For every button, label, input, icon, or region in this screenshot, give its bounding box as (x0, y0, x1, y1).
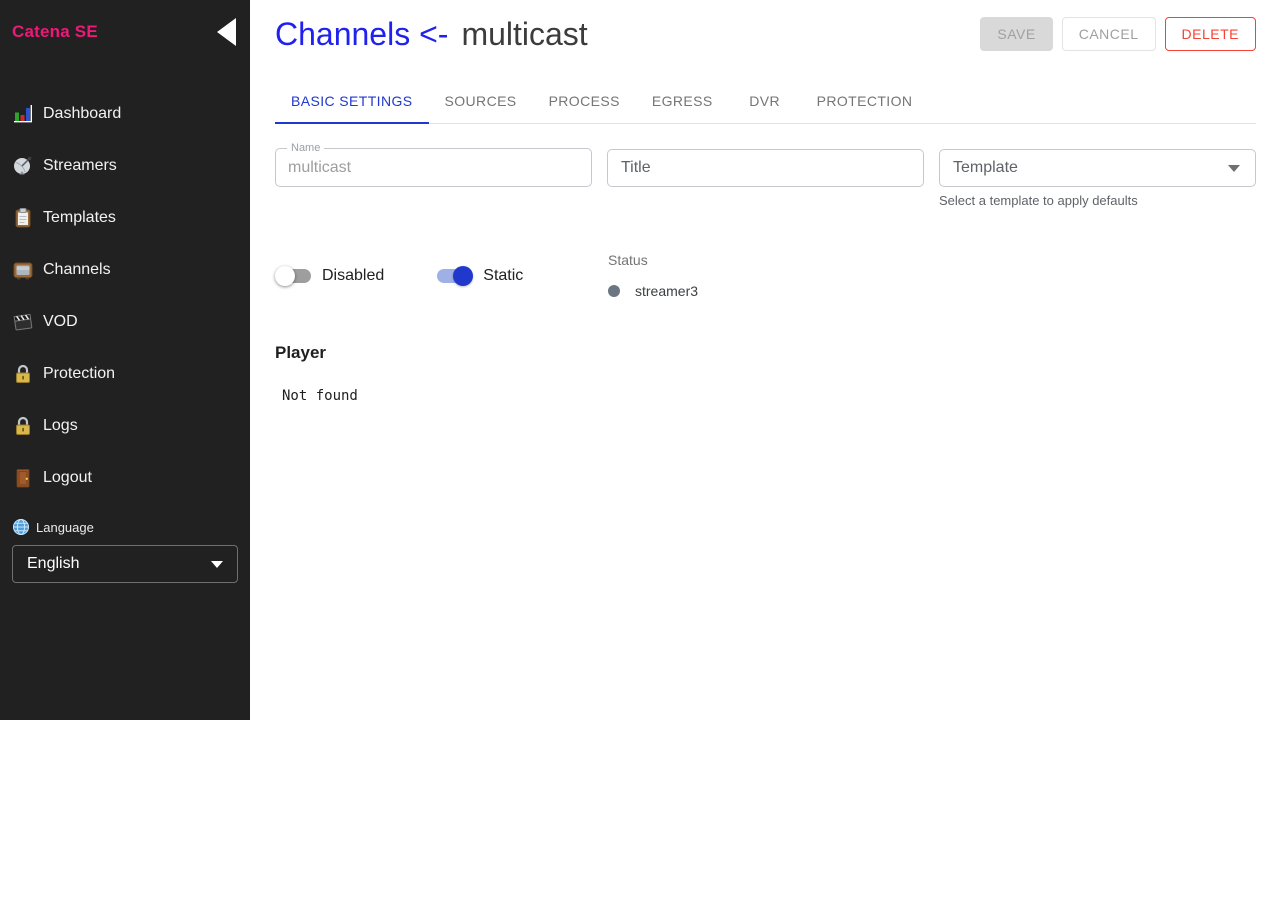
status-section: Status streamer3 (608, 252, 698, 299)
sidebar-item-logs[interactable]: Logs (0, 400, 250, 452)
template-helper-text: Select a template to apply defaults (939, 193, 1256, 208)
static-toggle-group[interactable]: Static (436, 252, 523, 299)
lock-icon (12, 363, 34, 385)
sidebar-item-label: Channels (43, 261, 111, 279)
sidebar-item-label: Protection (43, 365, 115, 383)
clipboard-icon (12, 207, 34, 229)
sidebar-item-templates[interactable]: Templates (0, 192, 250, 244)
template-select[interactable]: Template (939, 149, 1256, 187)
save-button[interactable]: SAVE (980, 17, 1052, 51)
bar-chart-icon (12, 103, 34, 125)
tab-process[interactable]: PROCESS (533, 80, 636, 123)
tab-basic-settings[interactable]: BASIC SETTINGS (275, 80, 429, 123)
language-select[interactable]: English (12, 545, 238, 583)
sidebar: Catena SE Dashboard Streamers Templates (0, 0, 250, 720)
language-label: Language (36, 520, 94, 535)
title-field[interactable]: Title (607, 149, 924, 187)
language-selected-value: English (27, 555, 79, 573)
satellite-dish-icon (12, 155, 34, 177)
sidebar-menu: Dashboard Streamers Templates Channels V… (0, 88, 250, 504)
sidebar-brand-row: Catena SE (0, 4, 250, 60)
tab-protection[interactable]: PROTECTION (801, 80, 929, 123)
cancel-button[interactable]: CANCEL (1062, 17, 1156, 51)
brand-logo: Catena SE (12, 22, 98, 42)
delete-button[interactable]: DELETE (1165, 17, 1256, 51)
breadcrumb-channels-link[interactable]: Channels <- (275, 16, 448, 53)
status-item: streamer3 (608, 283, 698, 299)
tv-icon (12, 259, 34, 281)
chevron-left-icon[interactable] (217, 18, 236, 46)
disabled-toggle-group[interactable]: Disabled (275, 252, 384, 299)
sidebar-item-streamers[interactable]: Streamers (0, 140, 250, 192)
language-label-row: Language (0, 518, 250, 536)
page-header: Channels <- multicast SAVE CANCEL DELETE (275, 14, 1256, 54)
tab-egress[interactable]: EGRESS (636, 80, 729, 123)
sidebar-item-label: Templates (43, 209, 116, 227)
status-label: Status (608, 252, 698, 268)
main-content: Channels <- multicast SAVE CANCEL DELETE… (250, 0, 1280, 905)
sidebar-item-protection[interactable]: Protection (0, 348, 250, 400)
chevron-down-icon (1228, 165, 1240, 172)
tab-bar: BASIC SETTINGS SOURCES PROCESS EGRESS DV… (275, 80, 1256, 124)
sidebar-item-label: Logs (43, 417, 78, 435)
static-toggle-label: Static (483, 267, 523, 285)
channel-name-title: multicast (461, 16, 587, 53)
status-dot-icon (608, 285, 620, 297)
sidebar-item-label: Dashboard (43, 105, 121, 123)
toggles-status-row: Disabled Static Status streamer3 (275, 252, 1256, 299)
disabled-toggle[interactable] (275, 266, 312, 286)
clapperboard-icon (12, 311, 34, 333)
action-buttons: SAVE CANCEL DELETE (980, 17, 1256, 51)
sidebar-item-logout[interactable]: Logout (0, 452, 250, 504)
sidebar-item-label: Streamers (43, 157, 117, 175)
name-field-value: multicast (288, 149, 351, 187)
sidebar-item-label: Logout (43, 469, 92, 487)
lock-icon (12, 415, 34, 437)
sidebar-item-vod[interactable]: VOD (0, 296, 250, 348)
static-toggle[interactable] (436, 266, 473, 286)
player-heading: Player (275, 343, 1256, 363)
status-streamer-name: streamer3 (635, 283, 698, 299)
name-field[interactable]: Name multicast (275, 149, 592, 187)
sidebar-item-channels[interactable]: Channels (0, 244, 250, 296)
tab-sources[interactable]: SOURCES (429, 80, 533, 123)
sidebar-item-label: VOD (43, 313, 78, 331)
door-icon (12, 467, 34, 489)
template-select-label: Template (953, 159, 1018, 177)
sidebar-item-dashboard[interactable]: Dashboard (0, 88, 250, 140)
globe-icon (12, 518, 30, 536)
tab-dvr[interactable]: DVR (729, 80, 801, 123)
chevron-down-icon (211, 561, 223, 568)
basic-settings-fields: Name multicast Title Template Select a t… (275, 149, 1256, 208)
disabled-toggle-label: Disabled (322, 267, 384, 285)
title-field-label: Title (621, 159, 651, 177)
page-title: Channels <- multicast (275, 16, 588, 53)
player-not-found-message: Not found (282, 388, 1256, 404)
